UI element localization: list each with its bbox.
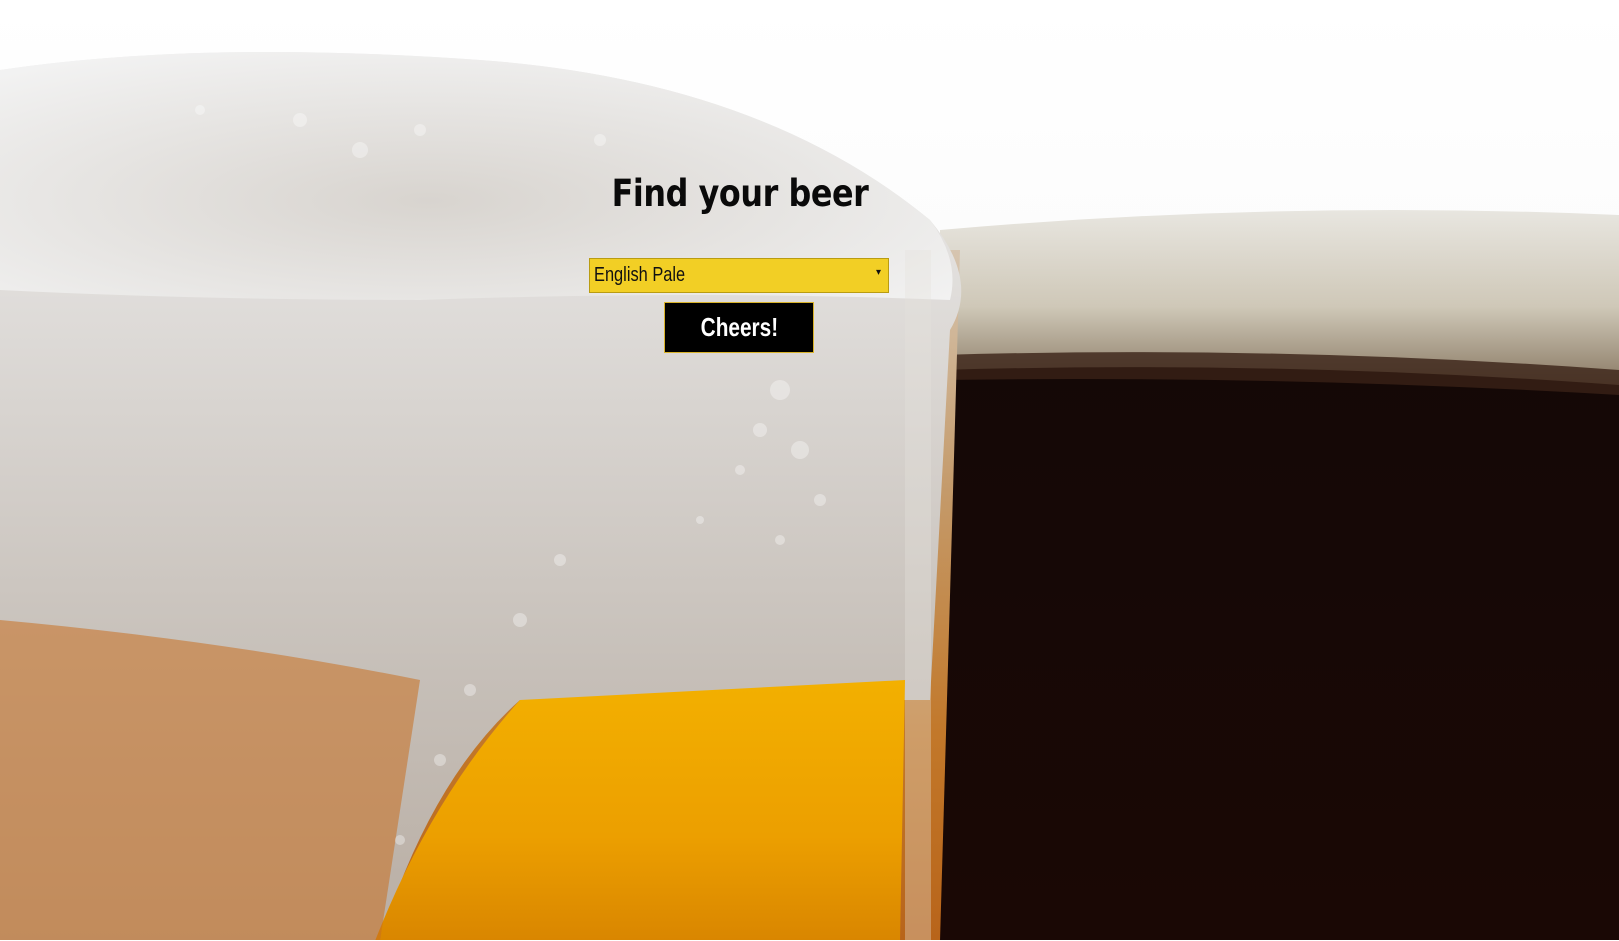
page: Find your beer English Pale ▾ Cheers!	[0, 0, 1619, 941]
beer-style-select[interactable]: English Pale ▾	[589, 258, 889, 293]
page-title: Find your beer	[611, 172, 869, 215]
cheers-button-label: Cheers!	[700, 312, 778, 342]
beer-finder-form: Find your beer English Pale ▾ Cheers!	[0, 0, 1619, 941]
caret-down-icon: ▾	[875, 267, 881, 278]
beer-style-selected-value: English Pale	[594, 264, 686, 286]
cheers-button[interactable]: Cheers!	[664, 302, 814, 353]
